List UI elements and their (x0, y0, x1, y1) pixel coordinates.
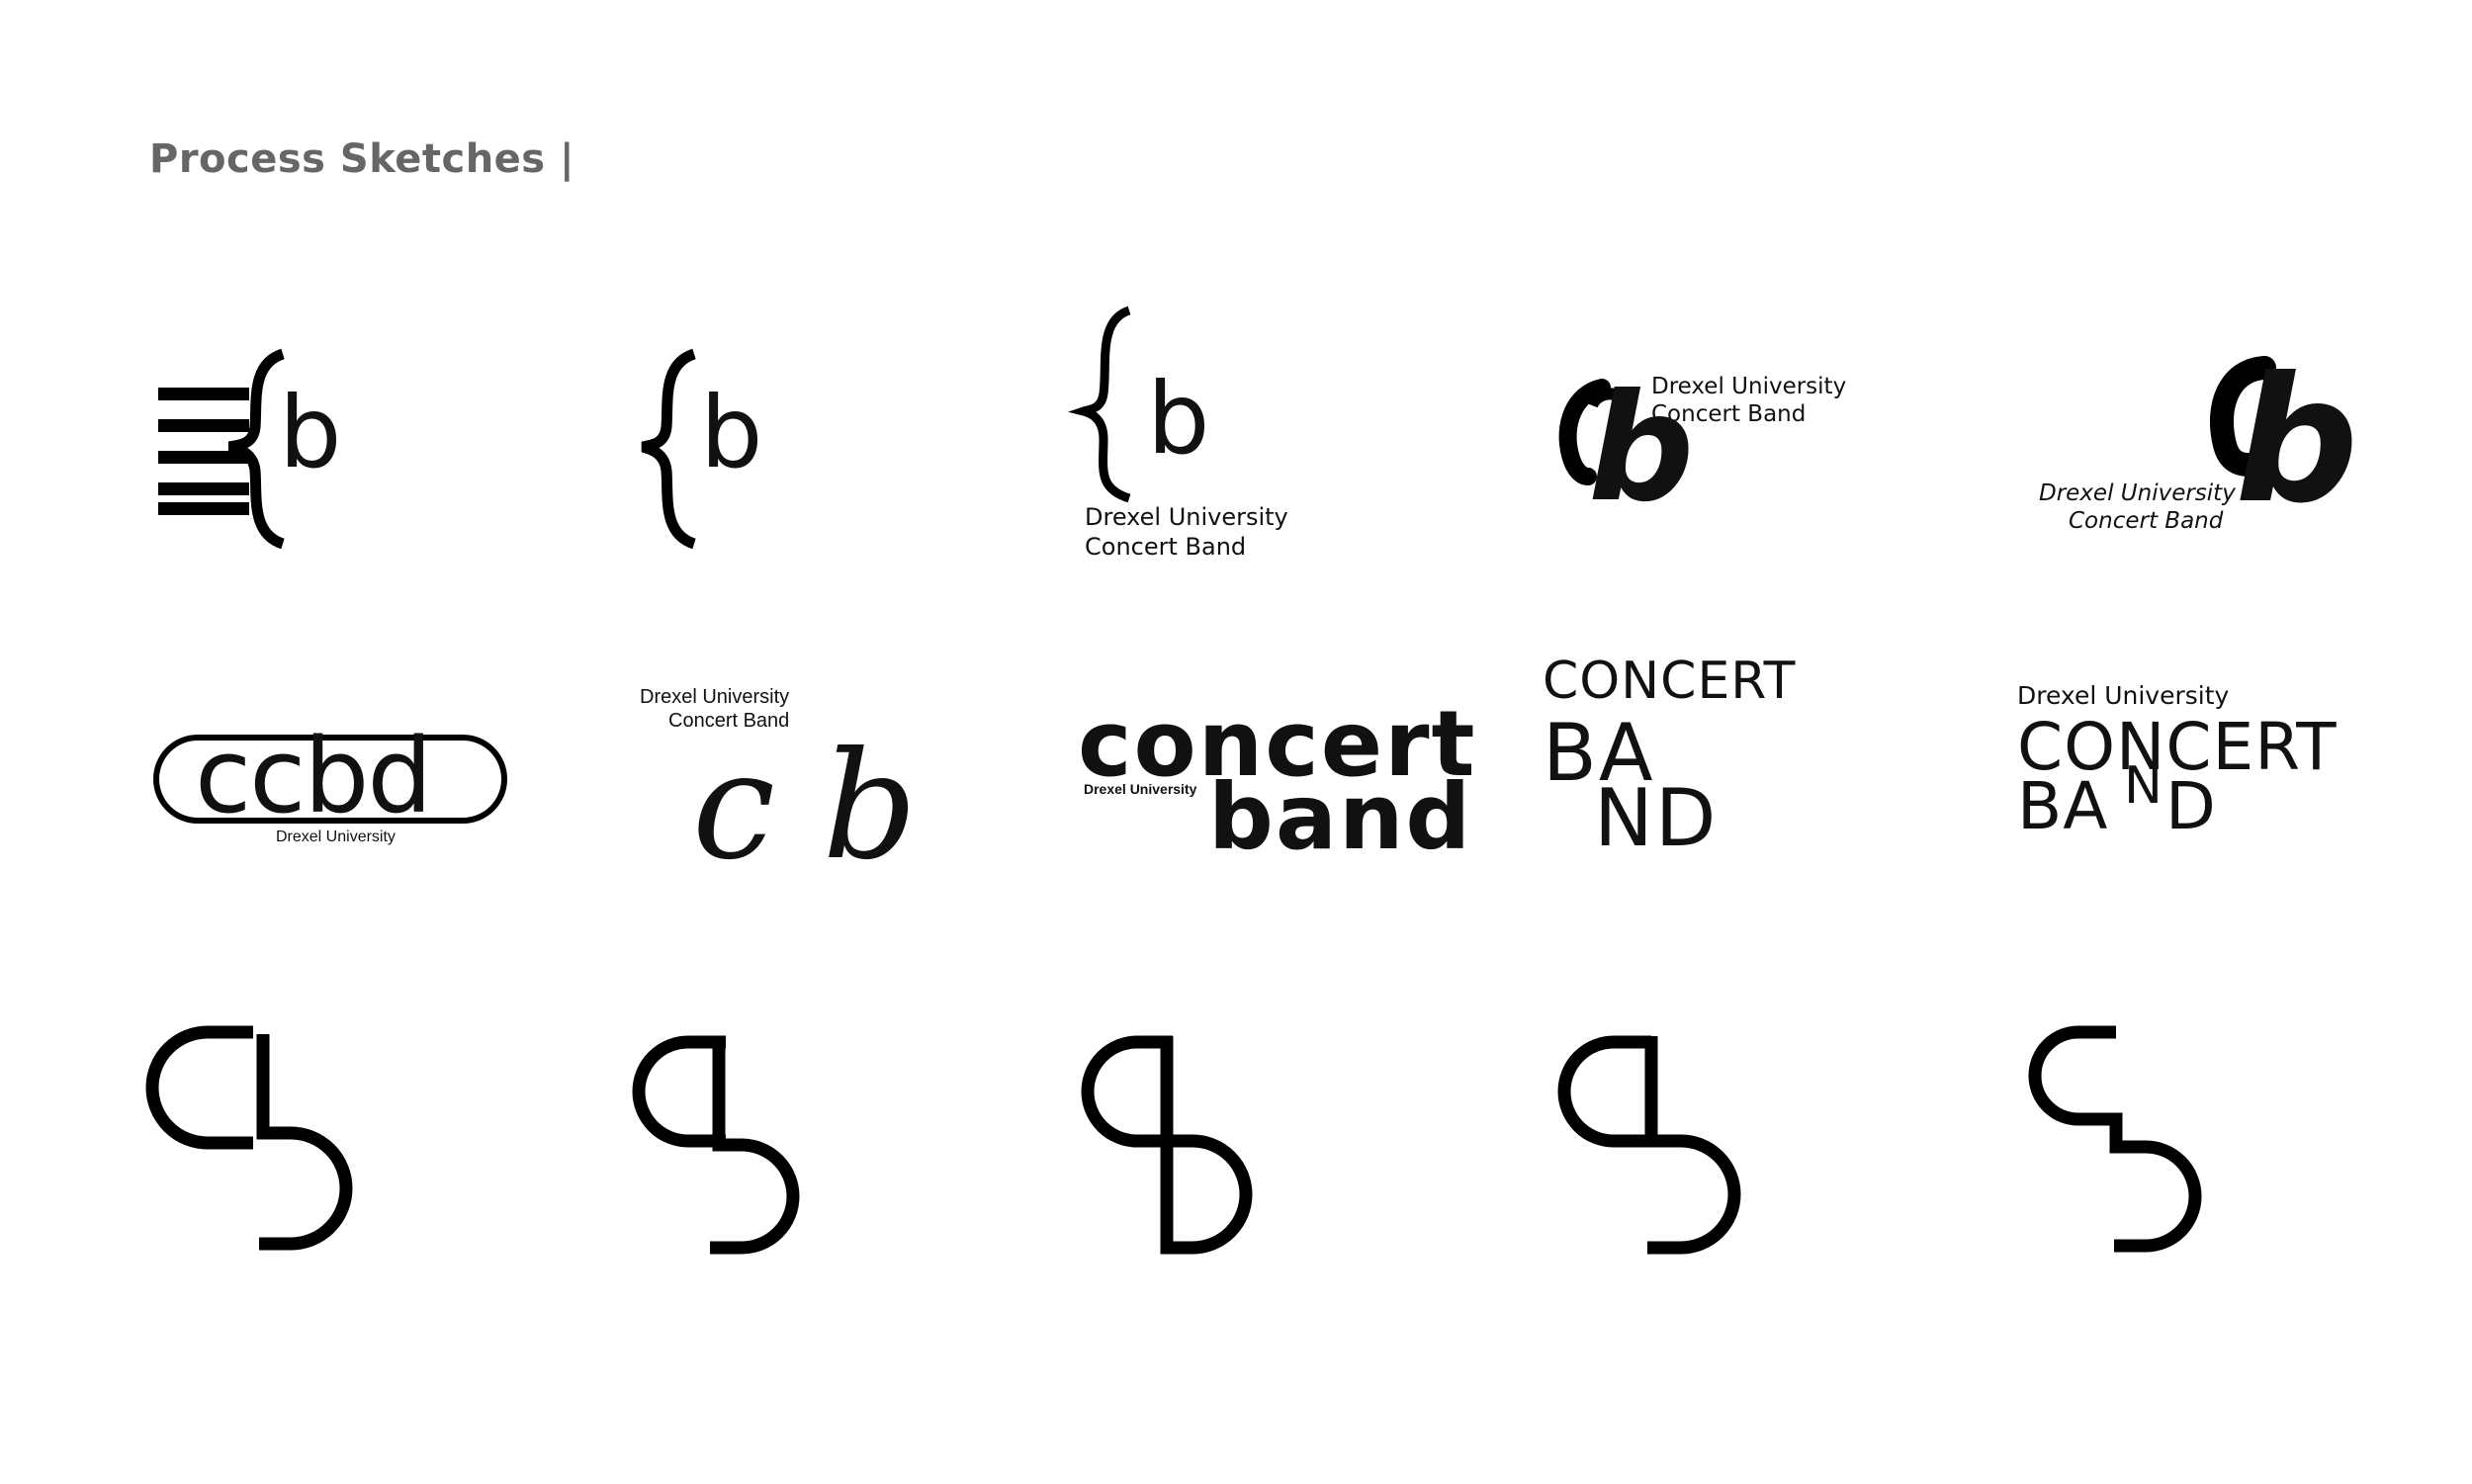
sketch-concert-band-stacked: Drexel University CONCERT BA N D (2017, 681, 2373, 860)
sketch-monogram-1 (138, 1018, 376, 1256)
page-title: Process Sketches | (149, 136, 575, 182)
band-name: Concert Band (2069, 508, 2224, 534)
band-word: band (1208, 764, 1473, 870)
org-name: Drexel University (640, 686, 790, 708)
cb-letters: c b (692, 721, 918, 893)
monogram-5-mark (2028, 1025, 2202, 1253)
letter-b: b (700, 375, 763, 490)
band-name: Concert Band (1085, 533, 1247, 561)
monogram-3-mark (1081, 1035, 1253, 1255)
sketch-concert-band-bold: concert Drexel University band (1078, 682, 1475, 880)
ccbd-wordmark: ccbd (195, 716, 432, 836)
letter-b: b (279, 375, 342, 490)
monogram-4-mark (1557, 1035, 1741, 1255)
monogram-2-mark (632, 1035, 800, 1255)
monogram-1-mark (145, 1025, 353, 1251)
sketch-monogram-2 (623, 1028, 860, 1256)
sketch-monogram-4 (1552, 1028, 1790, 1256)
d-letter: D (2165, 768, 2216, 844)
sketch-ligature-cb: b Drexel University Concert Band (1552, 364, 1849, 544)
sketch-brace-b: b (633, 346, 791, 554)
sketch-cb-italic: Drexel University Concert Band c b (633, 686, 918, 892)
n-letter: N (2124, 756, 2163, 816)
org-name: Drexel University (276, 829, 396, 845)
letter-b: b (2235, 341, 2359, 542)
sketch-ccbd-capsule: ccbd Drexel University (153, 717, 509, 870)
org-name: Drexel University (1084, 781, 1197, 797)
sketch-monogram-3 (1068, 1028, 1305, 1256)
org-name: Drexel University (2039, 480, 2236, 506)
nd-letters: ND (1594, 772, 1719, 864)
sketch-concert-band-split: CONCERT BA ND (1543, 652, 1819, 870)
sketch-bold-ligature-cb: b Drexel University Concert Band (2027, 342, 2373, 544)
sketch-staff-brace-b: b (148, 346, 356, 554)
concert-word: CONCERT (1543, 652, 1797, 711)
sketch-tall-brace-b: b Drexel University Concert Band (1067, 306, 1295, 573)
band-name: Concert Band (1651, 401, 1807, 427)
ba-letters: BA (2017, 768, 2109, 844)
sketch-monogram-5 (2027, 1018, 2264, 1256)
org-name: Drexel University (1085, 503, 1288, 531)
org-name: Drexel University (2017, 681, 2230, 710)
letter-b: b (1147, 361, 1210, 477)
org-name: Drexel University (1651, 374, 1847, 399)
